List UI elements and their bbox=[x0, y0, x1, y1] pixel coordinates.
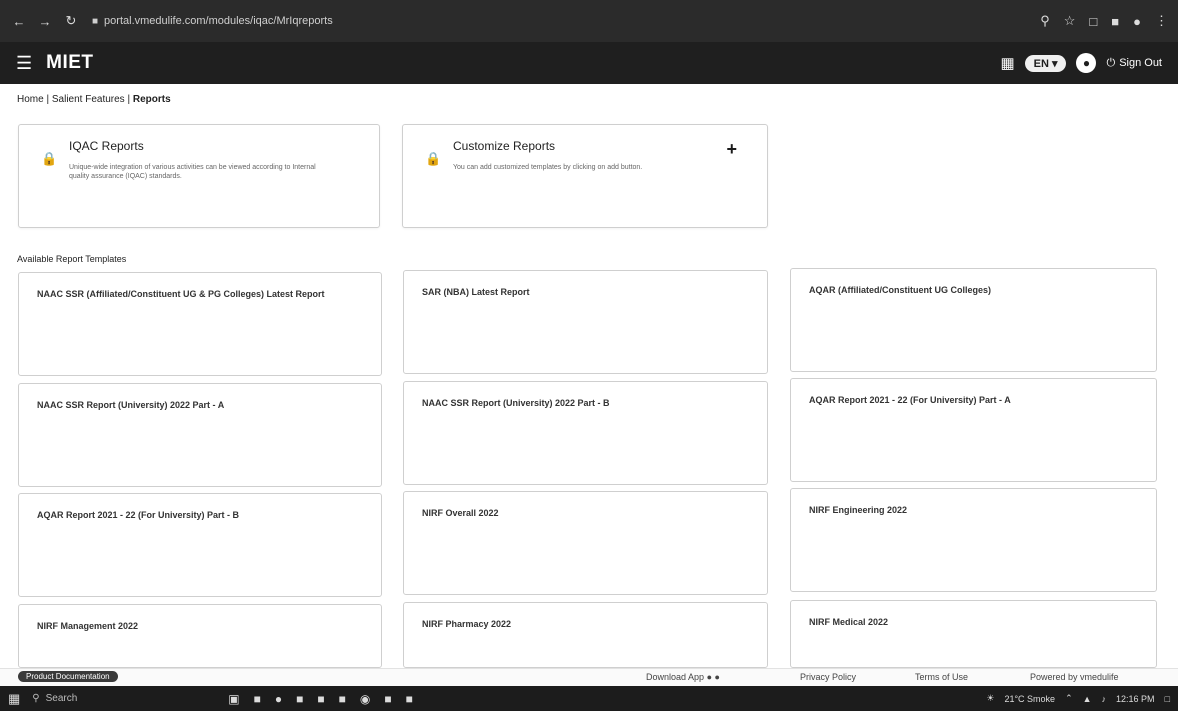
template-card[interactable]: NIRF Engineering 2022 bbox=[790, 488, 1157, 592]
windows-taskbar: ▦ ⚲ Search ▣ ■ ● ■ ■ ■ ◉ ■ ■ ☀ 21°C Smok… bbox=[0, 686, 1178, 711]
breadcrumb-reports: Reports bbox=[132, 94, 171, 105]
browser-toolbar: ← → ↻ ■ portal.vmedulife.com/modules/iqa… bbox=[0, 0, 1178, 42]
taskbar-search[interactable]: ⚲ Search bbox=[32, 693, 182, 704]
download-app-link[interactable]: Download App ● ● bbox=[646, 672, 720, 682]
sign-out-label: Sign Out bbox=[1119, 57, 1162, 69]
extension-icon[interactable]: □ bbox=[1089, 14, 1097, 29]
breadcrumb-salient-features[interactable]: Salient Features bbox=[52, 94, 125, 105]
address-bar[interactable]: ■ portal.vmedulife.com/modules/iqac/MrIq… bbox=[92, 11, 452, 31]
network-icon[interactable]: ▲ bbox=[1083, 694, 1092, 704]
card-description: You can add customized templates by clic… bbox=[453, 164, 643, 171]
lock-icon: 🔒 bbox=[425, 151, 442, 166]
customize-reports-card[interactable]: 🔒 Customize Reports You can add customiz… bbox=[402, 124, 768, 228]
card-description: Unique-wide integration of various activ… bbox=[69, 164, 316, 180]
weather-text[interactable]: 21°C Smoke bbox=[1004, 694, 1055, 704]
breadcrumb: Home | Salient Features | Reports bbox=[17, 94, 171, 105]
forward-icon[interactable]: → bbox=[36, 12, 54, 30]
app-header: ☰ MIET ▦ EN ▾ ● ⏻ Sign Out bbox=[0, 42, 1178, 84]
store-icon[interactable]: ■ bbox=[317, 692, 324, 706]
taskbar-search-label: Search bbox=[45, 693, 78, 704]
weather-icon[interactable]: ☀ bbox=[986, 693, 994, 704]
user-avatar-icon[interactable]: ● bbox=[1076, 53, 1097, 73]
terms-of-use-link[interactable]: Terms of Use bbox=[915, 672, 968, 682]
profile-icon[interactable]: ● bbox=[1133, 14, 1141, 29]
template-card[interactable]: AQAR Report 2021 - 22 (For University) P… bbox=[790, 378, 1157, 482]
breadcrumb-home[interactable]: Home bbox=[17, 94, 44, 105]
template-card[interactable]: NAAC SSR (Affiliated/Constituent UG & PG… bbox=[18, 272, 382, 376]
clock-text[interactable]: 12:16 PM bbox=[1116, 694, 1155, 704]
privacy-policy-link[interactable]: Privacy Policy bbox=[800, 672, 856, 682]
reload-icon[interactable]: ↻ bbox=[62, 12, 80, 30]
apple-icon: ● bbox=[714, 672, 720, 682]
zoom-icon[interactable]: ⚲ bbox=[1040, 13, 1050, 29]
app-icon[interactable]: ■ bbox=[339, 692, 346, 706]
card-title: Customize Reports bbox=[453, 139, 556, 153]
language-select[interactable]: EN ▾ bbox=[1024, 54, 1067, 72]
tray-chevron-icon[interactable]: ⌃ bbox=[1065, 693, 1073, 704]
product-documentation-button[interactable]: Product Documentation bbox=[18, 671, 118, 682]
app-icon[interactable]: ■ bbox=[406, 692, 413, 706]
template-card[interactable]: NIRF Management 2022 bbox=[18, 604, 382, 668]
apps-grid-icon[interactable]: ▦ bbox=[1000, 54, 1014, 72]
sidebar-icon[interactable]: ■ bbox=[1111, 14, 1119, 29]
iqac-reports-card[interactable]: 🔒 IQAC Reports Unique-wide integration o… bbox=[18, 124, 380, 228]
app-icon[interactable]: ■ bbox=[384, 692, 391, 706]
power-icon: ⏻ bbox=[1106, 56, 1116, 69]
template-card[interactable]: AQAR (Affiliated/Constituent UG Colleges… bbox=[790, 268, 1157, 372]
brand-title: MIET bbox=[46, 52, 94, 73]
template-card[interactable]: NAAC SSR Report (University) 2022 Part -… bbox=[18, 383, 382, 487]
card-title: IQAC Reports bbox=[69, 139, 144, 153]
search-icon: ⚲ bbox=[32, 693, 40, 704]
task-view-icon[interactable]: ▣ bbox=[228, 692, 239, 706]
windows-start-icon[interactable]: ▦ bbox=[8, 691, 20, 707]
page-footer: Product Documentation Download App ● ● P… bbox=[0, 668, 1178, 686]
breadcrumb-separator: | bbox=[46, 94, 50, 105]
url-text: portal.vmedulife.com/modules/iqac/MrIqre… bbox=[104, 15, 333, 27]
file-explorer-icon[interactable]: ■ bbox=[296, 692, 303, 706]
widgets-icon[interactable]: ■ bbox=[254, 692, 261, 706]
site-info-icon[interactable]: ■ bbox=[92, 16, 98, 27]
volume-icon[interactable]: ♪ bbox=[1102, 694, 1107, 704]
browser-menu-icon[interactable]: ⋮ bbox=[1155, 13, 1168, 29]
notification-icon[interactable]: □ bbox=[1165, 694, 1170, 704]
android-icon: ● bbox=[706, 672, 712, 682]
template-card[interactable]: NIRF Overall 2022 bbox=[403, 491, 768, 595]
template-card[interactable]: SAR (NBA) Latest Report bbox=[403, 270, 768, 374]
download-app-label: Download App bbox=[646, 672, 705, 682]
breadcrumb-separator: | bbox=[127, 94, 131, 105]
sign-out-button[interactable]: ⏻ Sign Out bbox=[1106, 57, 1162, 70]
template-card[interactable]: NIRF Medical 2022 bbox=[790, 600, 1157, 668]
hamburger-menu-icon[interactable]: ☰ bbox=[16, 53, 32, 74]
back-icon[interactable]: ← bbox=[10, 12, 28, 30]
lock-icon: 🔒 bbox=[41, 151, 58, 166]
add-template-plus-icon[interactable]: + bbox=[726, 139, 737, 160]
template-card[interactable]: NIRF Pharmacy 2022 bbox=[403, 602, 768, 668]
chat-icon[interactable]: ● bbox=[275, 692, 282, 706]
template-card[interactable]: AQAR Report 2021 - 22 (For University) P… bbox=[18, 493, 382, 597]
available-templates-label: Available Report Templates bbox=[17, 254, 127, 264]
bookmark-star-icon[interactable]: ☆ bbox=[1064, 13, 1076, 29]
powered-by-label: Powered by vmedulife bbox=[1030, 672, 1119, 682]
chrome-icon[interactable]: ◉ bbox=[360, 692, 370, 706]
template-card[interactable]: NAAC SSR Report (University) 2022 Part -… bbox=[403, 381, 768, 485]
